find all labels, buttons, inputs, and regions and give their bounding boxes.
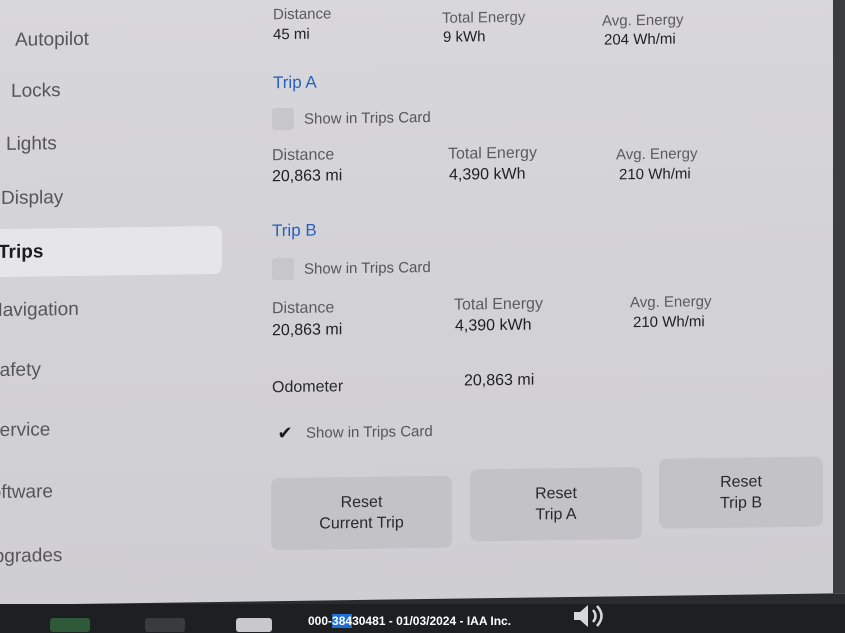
trip-a-energy-value: 4,390 kWh: [449, 165, 526, 184]
trip-b-avg-label: Avg. Energy: [630, 293, 712, 312]
sidebar-item-label: Software: [0, 481, 53, 504]
reset-a-line1: Reset: [535, 484, 577, 503]
sidebar-item-label: Autopilot: [15, 28, 89, 51]
trip-a-avg-label: Avg. Energy: [616, 145, 698, 164]
sidebar-item-label: Navigation: [0, 298, 79, 322]
current-avg-label: Avg. Energy: [602, 11, 684, 30]
odometer-show-toggle[interactable]: ✔ Show in Trips Card: [274, 420, 433, 444]
reset-trip-b-button[interactable]: Reset Trip B: [659, 456, 823, 529]
sidebar-item-display[interactable]: Display: [1, 172, 223, 223]
trip-a-energy-label: Total Energy: [448, 144, 537, 163]
sidebar-item-software[interactable]: Software: [0, 466, 200, 517]
trip-b-show-label: Show in Trips Card: [304, 258, 431, 278]
taskbar-app-icon[interactable]: [145, 618, 185, 632]
trip-b-distance-label: Distance: [272, 299, 335, 318]
trip-a-checkbox[interactable]: [272, 107, 294, 131]
trip-b-energy-label: Total Energy: [454, 295, 543, 314]
current-energy-value: 9 kWh: [443, 28, 486, 46]
odometer-label: Odometer: [272, 378, 344, 397]
trip-b-checkbox[interactable]: [272, 257, 294, 281]
sidebar-item-label: Display: [1, 187, 64, 209]
watermark-prefix: 000-: [308, 614, 333, 628]
reset-current-line1: Reset: [340, 493, 383, 512]
reset-a-line2: Trip A: [535, 505, 577, 524]
trip-b-distance-value: 20,863 mi: [272, 321, 343, 340]
taskbar-app-icon[interactable]: [236, 618, 272, 632]
settings-sidebar: Autopilot Locks Lights Display Trips Nav…: [0, 0, 230, 605]
watermark-highlight: 384: [332, 614, 353, 628]
trip-a-distance-value: 20,863 mi: [272, 167, 343, 186]
reset-current-trip-button[interactable]: Reset Current Trip: [271, 475, 452, 551]
trip-b-show-toggle[interactable]: Show in Trips Card: [272, 256, 431, 281]
sidebar-item-lights[interactable]: Lights: [6, 118, 228, 169]
odometer-show-label: Show in Trips Card: [306, 422, 433, 442]
odometer-value: 20,863 mi: [464, 371, 535, 390]
checkmark-icon[interactable]: ✔: [274, 422, 296, 444]
current-distance-label: Distance: [273, 5, 332, 24]
sidebar-item-safety[interactable]: Safety: [0, 344, 209, 395]
sidebar-item-label: Upgrades: [0, 545, 63, 568]
trip-b-avg-value: 210 Wh/mi: [633, 313, 705, 332]
sidebar-item-navigation[interactable]: Navigation: [0, 284, 211, 335]
reset-trip-a-button[interactable]: Reset Trip A: [470, 467, 642, 542]
taskbar-app-icon[interactable]: [50, 618, 90, 632]
current-avg-value: 204 Wh/mi: [604, 30, 676, 49]
trip-a-show-label: Show in Trips Card: [304, 108, 431, 128]
current-energy-label: Total Energy: [442, 8, 526, 27]
trip-a-show-toggle[interactable]: Show in Trips Card: [272, 106, 431, 131]
sidebar-item-label: Lights: [6, 133, 57, 155]
sidebar-item-label: Service: [0, 419, 51, 442]
trips-settings-screen: Autopilot Locks Lights Display Trips Nav…: [0, 0, 845, 606]
current-distance-value: 45 mi: [273, 25, 310, 44]
trip-b-title: Trip B: [272, 220, 317, 241]
sidebar-item-trips[interactable]: Trips: [0, 225, 222, 277]
sidebar-item-label: Safety: [0, 359, 41, 382]
trip-a-avg-value: 210 Wh/mi: [619, 165, 691, 184]
watermark: 000-38430481 - 01/03/2024 - IAA Inc.: [308, 614, 511, 628]
sidebar-item-locks[interactable]: Locks: [11, 65, 233, 116]
volume-icon[interactable]: [570, 602, 610, 630]
reset-current-line2: Current Trip: [319, 514, 404, 533]
reset-b-line1: Reset: [720, 473, 762, 491]
trip-a-distance-label: Distance: [272, 146, 335, 165]
reset-b-line2: Trip B: [719, 494, 763, 512]
sidebar-item-label: Locks: [11, 80, 61, 102]
sidebar-item-upgrades[interactable]: Upgrades: [0, 530, 202, 581]
sidebar-item-service[interactable]: Service: [0, 404, 209, 455]
trip-b-energy-value: 4,390 kWh: [455, 316, 532, 335]
watermark-rest: 30481 - 01/03/2024 - IAA Inc.: [352, 614, 512, 628]
sidebar-item-label: Trips: [0, 241, 44, 264]
sidebar-item-autopilot[interactable]: Autopilot: [15, 14, 237, 65]
trip-a-title: Trip A: [273, 72, 317, 93]
